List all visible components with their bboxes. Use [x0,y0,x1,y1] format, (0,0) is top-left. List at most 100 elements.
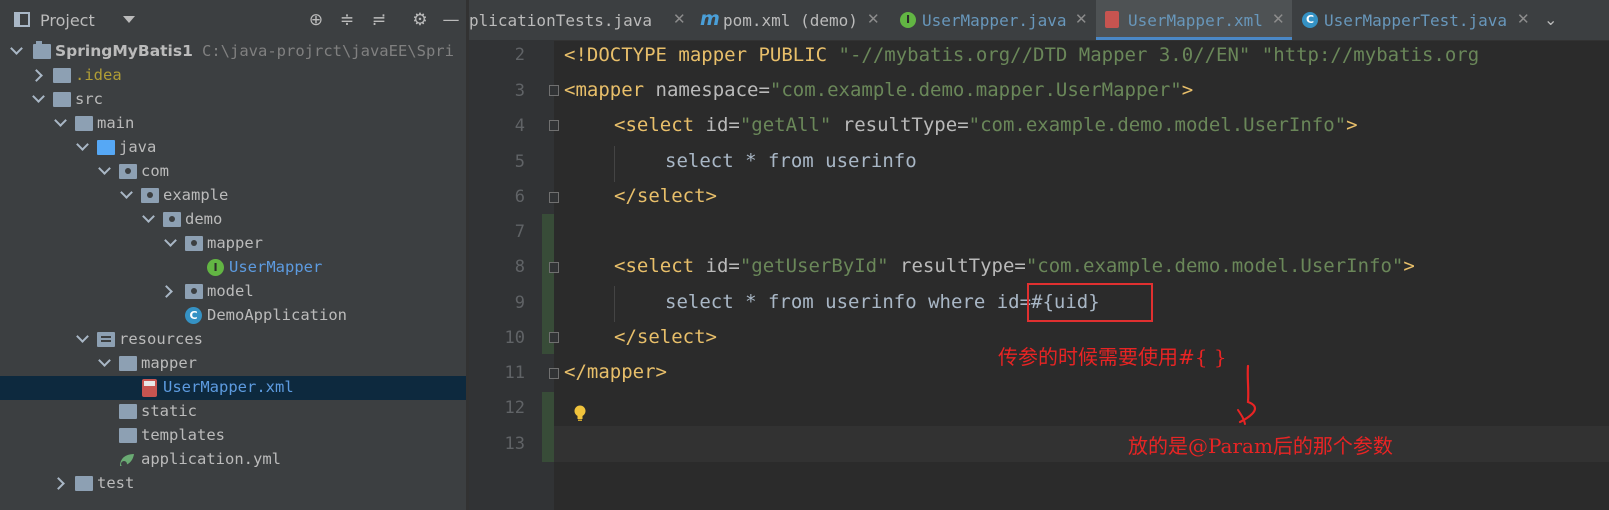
tree-item-label: templates [141,426,225,444]
highlight-box [1027,283,1153,322]
tree-item-com[interactable]: com [0,160,466,184]
line-number: 4 [514,116,525,136]
tree-item-src[interactable]: src [0,88,466,112]
line-number: 13 [504,434,525,454]
tab-pom-xml[interactable]: m pom.xml (demo) ✕ [693,0,889,40]
string-literal: "http://mybatis.org [1250,44,1480,66]
expand-all-icon[interactable]: ≓ [369,10,389,30]
xml-value: "getAll" [739,114,832,136]
tree-item-application-yml[interactable]: application.yml [0,448,466,472]
tree-item-label: src [75,90,103,108]
code-line-4[interactable]: <select id="getAll" resultType="com.exam… [614,114,1358,136]
xml-value: "getUserById" [739,255,889,277]
fold-icon[interactable] [549,262,559,273]
close-icon[interactable]: ✕ [867,10,880,28]
tree-item-demo[interactable]: demo [0,208,466,232]
tree-item-static[interactable]: static [0,400,466,424]
chevron-down-icon[interactable] [98,162,111,175]
tree-item-label: SpringMyBatis1 [55,42,193,60]
tab-label: UserMapperTest.java [1324,11,1508,30]
close-icon[interactable]: ✕ [673,10,686,28]
minimize-icon[interactable]: — [441,10,461,30]
tab-usermapper-xml[interactable]: UserMapper.xml ✕ [1096,0,1292,40]
class-icon: C [185,307,202,324]
close-icon[interactable]: ✕ [1517,10,1530,28]
resources-folder-icon [97,332,115,347]
folder-icon [119,428,137,443]
tree-item-example[interactable]: example [0,184,466,208]
chevron-down-icon[interactable] [123,16,135,23]
chevron-down-icon[interactable] [164,234,177,247]
xml-file-icon [1105,11,1119,28]
tree-item-label: main [97,114,135,132]
code-line-11[interactable]: </mapper> [564,361,667,383]
xml-attr: namespace= [655,79,770,101]
tab-label: UserMapper.java [922,11,1067,30]
chevron-down-icon[interactable] [76,330,89,343]
lightbulb-icon[interactable] [573,405,587,421]
line-number: 3 [514,81,525,101]
tab-applicationtests[interactable]: plicationTests.java ✕ [469,0,689,40]
xml-value: "com.example.demo.model.UserInfo" [968,114,1347,136]
tree-item-label: test [97,474,135,492]
chevron-down-icon[interactable] [142,210,155,223]
code-line-5[interactable]: select * from userinfo [665,150,917,172]
xml-tag: <select [614,255,706,277]
tree-item-label: mapper [207,234,263,252]
chevron-right-icon[interactable] [160,285,173,298]
tree-item-mapper-package[interactable]: mapper [0,232,466,256]
tree-item-usermapper[interactable]: I UserMapper [0,256,466,280]
chevron-down-icon[interactable] [10,42,23,55]
chevron-down-icon[interactable] [98,354,111,367]
code-line-2[interactable]: <!DOCTYPE mapper PUBLIC "-//mybatis.org/… [564,44,1479,66]
line-number: 12 [504,398,525,418]
fold-icon[interactable] [549,120,559,131]
chevron-right-icon[interactable] [52,477,65,490]
project-icon [14,12,30,27]
chevron-down-icon[interactable]: ⌄ [1544,10,1557,29]
tree-item-test[interactable]: test [0,472,466,496]
folder-icon [53,92,71,107]
tab-usermappertest[interactable]: C UserMapperTest.java ✕ [1295,0,1535,40]
tree-item-model[interactable]: model [0,280,466,304]
tree-item-java[interactable]: java [0,136,466,160]
fold-icon[interactable] [549,332,559,343]
tree-item-mapper-folder[interactable]: mapper [0,352,466,376]
code-line-6[interactable]: </select> [614,185,717,207]
tree-item-main[interactable]: main [0,112,466,136]
chevron-down-icon[interactable] [54,114,67,127]
string-literal: "-//mybatis.org//DTD Mapper 3.0//EN" [838,44,1251,66]
code-line-8[interactable]: <select id="getUserById" resultType="com… [614,255,1415,277]
xml-attr: id= [705,255,740,277]
fold-icon[interactable] [549,368,559,379]
tree-item-demoapplication[interactable]: C DemoApplication [0,304,466,328]
change-marker[interactable] [542,392,554,462]
target-icon[interactable]: ⊕ [306,10,326,30]
xml-tag: <mapper [564,79,656,101]
chevron-right-icon[interactable] [30,69,43,82]
fold-icon[interactable] [549,192,559,203]
tree-item-root[interactable]: SpringMyBatis1 C:\java-projrct\javaEE\Sp… [0,40,466,64]
tree-item-usermapper-xml[interactable]: UserMapper.xml [0,376,466,400]
tree-item-resources[interactable]: resources [0,328,466,352]
tree-item-idea[interactable]: .idea [0,64,466,88]
line-number: 6 [514,187,525,207]
tree-item-templates[interactable]: templates [0,424,466,448]
chevron-down-icon[interactable] [32,90,45,103]
close-icon[interactable]: ✕ [1075,10,1088,28]
tab-usermapper-java[interactable]: I UserMapper.java ✕ [893,0,1093,40]
chevron-down-icon[interactable] [120,186,133,199]
line-number: 5 [514,152,525,172]
tree-item-label: model [207,282,254,300]
project-title[interactable]: Project [40,11,95,30]
fold-icon[interactable] [549,85,559,96]
annotation-note-2: 放的是@Param后的那个参数 [1128,434,1393,458]
code-line-10[interactable]: </select> [614,326,717,348]
chevron-down-icon[interactable] [76,138,89,151]
code-line-3[interactable]: <mapper namespace="com.example.demo.mapp… [564,79,1193,101]
gear-icon[interactable]: ⚙ [410,10,430,30]
close-icon[interactable]: ✕ [1272,10,1285,28]
tree-item-label: demo [185,210,223,228]
tree-item-label: UserMapper [229,258,323,276]
collapse-all-icon[interactable]: ≑ [337,10,357,30]
